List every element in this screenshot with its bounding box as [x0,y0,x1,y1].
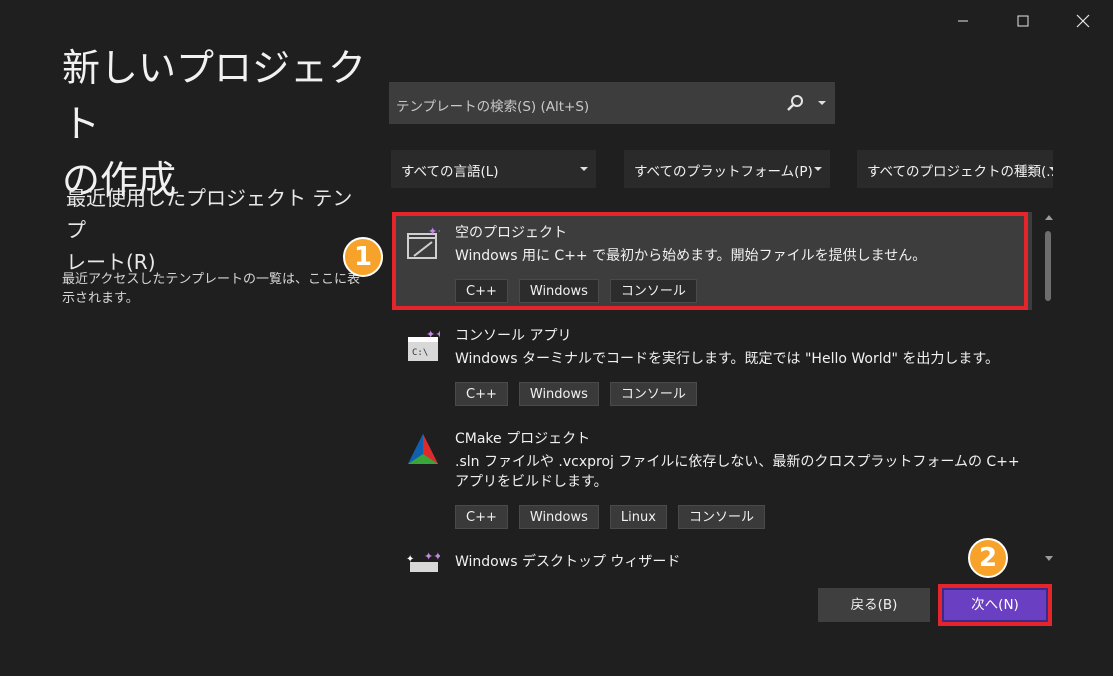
template-description: Windows 用に C++ で最初から始めます。開始ファイルを提供しません。 [455,248,927,264]
template-tags: C++ Windows コンソール [455,382,697,406]
template-list-scrollbar[interactable] [1043,213,1053,563]
template-item-console-app[interactable]: C:\ ✦✦ コンソール アプリ Windows ターミナルでコードを実行します… [392,315,1032,415]
tag-windows: Windows [518,382,599,406]
template-title: コンソール アプリ [455,328,572,344]
tag-cpp: C++ [455,382,508,406]
tag-cpp: C++ [455,505,508,529]
search-placeholder[interactable]: テンプレートの検索(S) (Alt+S) [396,95,589,115]
back-button[interactable]: 戻る(B) [818,588,930,622]
close-button[interactable] [1060,4,1106,38]
template-title: CMake プロジェクト [455,431,591,447]
chevron-down-icon [580,167,588,171]
template-list[interactable]: ✦✦ 空のプロジェクト Windows 用に C++ で最初から始めます。開始フ… [392,212,1040,572]
empty-project-icon: ✦✦ [407,226,440,259]
next-button[interactable]: 次へ(N) [938,584,1052,626]
svg-text:✦✦: ✦✦ [424,550,440,563]
close-icon [1076,14,1090,28]
svg-text:✦✦: ✦✦ [426,329,440,341]
svg-text:✦✦: ✦✦ [428,226,440,238]
template-item-desktop-wizard[interactable]: ✦ ✦✦ Windows デスクトップ ウィザード [392,542,1032,572]
language-filter-label: すべての言語(L) [401,164,499,180]
step-marker-2: 2 [968,538,1008,578]
minimize-icon [958,20,968,22]
maximize-button[interactable] [1000,4,1046,38]
template-description: Windows ターミナルでコードを実行します。既定では "Hello Worl… [455,351,999,367]
recent-heading-line1: 最近使用したプロジェクト テンプ [66,186,353,242]
tag-console: コンソール [609,279,697,303]
svg-text:C:\: C:\ [412,348,428,358]
search-icon[interactable] [786,94,804,112]
tag-windows: Windows [518,279,599,303]
next-button-label: 次へ(N) [971,597,1019,613]
tag-console: コンソール [609,382,697,406]
cmake-icon [408,434,438,464]
step-marker-1: 1 [343,237,383,277]
project-type-filter-dropdown[interactable]: すべてのプロジェクトの種類(... [857,150,1053,188]
template-item-empty-project[interactable]: ✦✦ 空のプロジェクト Windows 用に C++ で最初から始めます。開始フ… [392,212,1032,310]
template-tags: C++ Windows コンソール [455,279,697,303]
template-title: Windows デスクトップ ウィザード [455,554,681,570]
template-search-box[interactable]: テンプレートの検索(S) (Alt+S) [389,82,835,124]
svg-text:✦: ✦ [406,554,414,565]
minimize-button[interactable] [940,4,986,38]
desktop-wizard-icon: ✦ ✦✦ [406,550,440,572]
recent-templates-description: 最近アクセスしたテンプレートの一覧は、ここに表示されます。 [62,272,360,306]
template-title: 空のプロジェクト [455,225,567,241]
page-title-line1: 新しいプロジェクト [62,46,367,146]
console-app-icon: C:\ ✦✦ [408,329,440,361]
tag-windows: Windows [518,505,599,529]
search-options-caret-icon[interactable] [818,101,826,105]
template-description: .sln ファイルや .vcxproj ファイルに依存しない、最新のクロスプラッ… [455,454,1020,490]
language-filter-dropdown[interactable]: すべての言語(L) [391,150,596,188]
chevron-down-icon [1049,167,1053,171]
tag-console: コンソール [677,505,765,529]
scroll-down-icon[interactable] [1045,556,1053,561]
chevron-down-icon [814,167,822,171]
platform-filter-label: すべてのプラットフォーム(P) [634,164,813,180]
scroll-up-icon[interactable] [1045,215,1053,220]
tag-cpp: C++ [455,279,508,303]
template-tags: C++ Windows Linux コンソール [455,505,765,529]
scroll-thumb[interactable] [1045,231,1051,301]
maximize-icon [1017,15,1029,27]
project-type-filter-label: すべてのプロジェクトの種類(... [867,164,1053,180]
tag-linux: Linux [609,505,667,529]
recent-templates-heading: 最近使用したプロジェクト テンプ レート(R) [66,182,366,278]
platform-filter-dropdown[interactable]: すべてのプラットフォーム(P) [624,150,830,188]
template-item-cmake-project[interactable]: CMake プロジェクト .sln ファイルや .vcxproj ファイルに依存… [392,418,1032,540]
